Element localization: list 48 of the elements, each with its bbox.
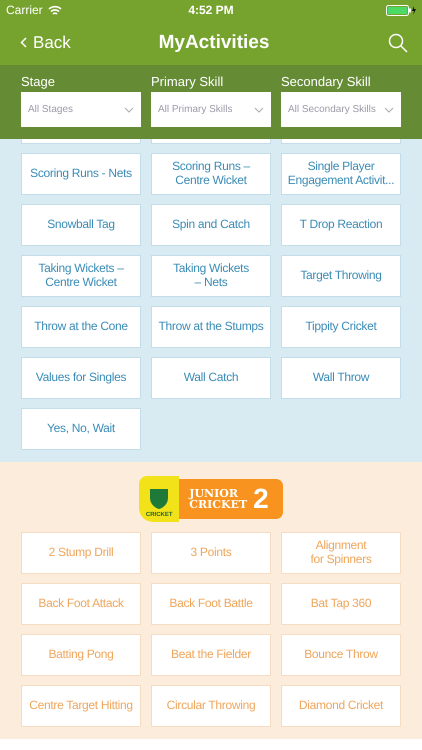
activity-tile[interactable]: 3 Points [151, 532, 271, 574]
activity-tile[interactable]: Throw at the Cone [21, 306, 141, 348]
activity-tile[interactable]: Single Player Engagement Activit... [281, 153, 401, 195]
activity-tile[interactable]: Diamond Cricket [281, 685, 401, 727]
activity-tile[interactable]: Back Foot Attack [21, 583, 141, 625]
activity-tile[interactable]: Bat Tap 360 [281, 583, 401, 625]
activity-tile[interactable]: Bounce Throw [281, 634, 401, 676]
activity-tile[interactable]: Back Foot Battle [151, 583, 271, 625]
activity-tile[interactable]: Beat the Fielder [151, 634, 271, 676]
activity-tile[interactable]: Scoring Runs – Centre Wicket [151, 153, 271, 195]
filter-dropdown[interactable]: All Primary Skills [151, 92, 271, 127]
activity-tile[interactable] [21, 139, 141, 144]
filter-dropdown[interactable]: All Stages [21, 92, 141, 127]
activity-tile[interactable]: Yes, No, Wait [21, 408, 141, 450]
activity-tile[interactable]: Wall Catch [151, 357, 271, 399]
activity-tile[interactable]: 2 Stump Drill [21, 532, 141, 574]
activity-tile[interactable]: Circular Throwing [151, 685, 271, 727]
activity-tile[interactable]: Snowball Tag [21, 204, 141, 246]
chevron-left-icon [20, 37, 27, 48]
activity-tile[interactable]: Scoring Runs - Nets [21, 153, 141, 195]
activity-tile[interactable] [281, 139, 401, 144]
activity-tile[interactable]: Centre Target Hitting [21, 685, 141, 727]
activity-tile[interactable]: Taking Wickets – Nets [151, 255, 271, 297]
activity-tile[interactable]: Tippity Cricket [281, 306, 401, 348]
chevron-down-icon [384, 106, 394, 112]
activity-tile[interactable]: Spin and Catch [151, 204, 271, 246]
clock-time: 4:52 PM [188, 3, 234, 17]
screen-title: MyActivities [158, 32, 270, 54]
activity-tile[interactable] [151, 139, 271, 144]
filter-label: Secondary Skill [281, 74, 372, 89]
activity-tile[interactable]: Batting Pong [21, 634, 141, 676]
activity-tile[interactable]: Taking Wickets – Centre Wicket [21, 255, 141, 297]
search-icon[interactable] [388, 32, 408, 52]
wifi-icon [48, 4, 62, 16]
activity-tile[interactable]: Values for Singles [21, 357, 141, 399]
activity-tile[interactable]: T Drop Reaction [281, 204, 401, 246]
activity-tile[interactable]: Target Throwing [281, 255, 401, 297]
activity-tile[interactable]: Throw at the Stumps [151, 306, 271, 348]
chevron-down-icon [254, 106, 264, 112]
battery-charging-icon [386, 4, 416, 16]
filter-dropdown[interactable]: All Secondary Skills [281, 92, 401, 127]
filter-label: Primary Skill [151, 74, 224, 89]
activity-tile[interactable]: Alignment for Spinners [281, 532, 401, 574]
carrier-label: Carrier [6, 3, 43, 17]
filter-label: Stage [21, 74, 56, 89]
activity-tile[interactable]: Wall Throw [281, 357, 401, 399]
back-button[interactable]: Back [20, 32, 100, 52]
chevron-down-icon [124, 106, 134, 112]
